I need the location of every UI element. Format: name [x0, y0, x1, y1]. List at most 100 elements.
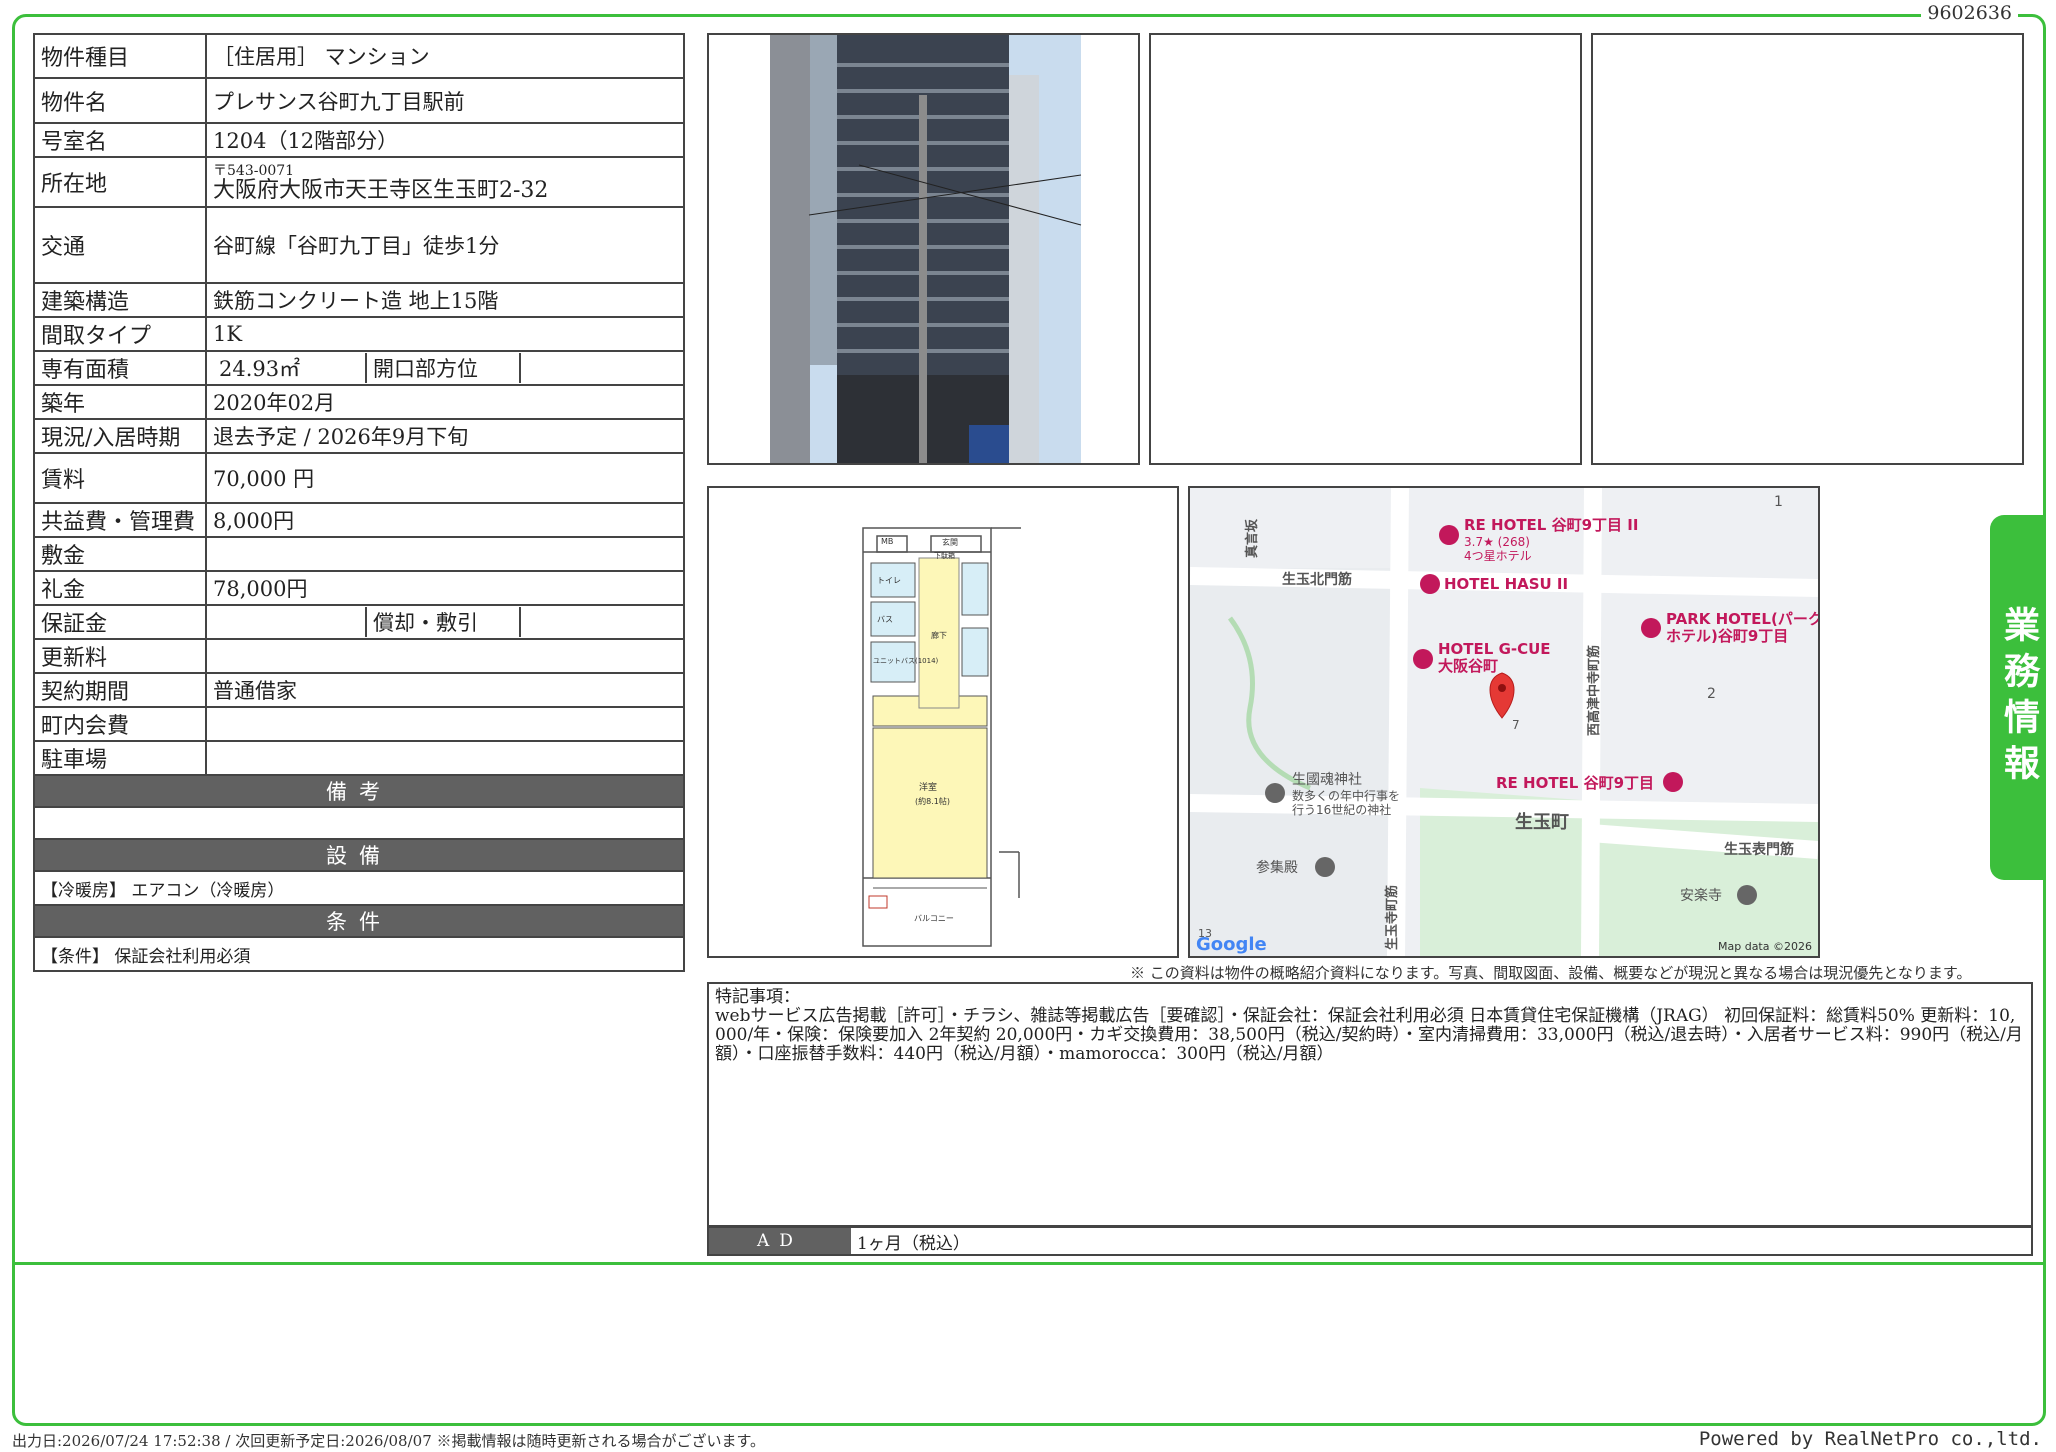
area-map[interactable]: RE HOTEL 谷町9丁目 II 3.7★ (268) 4つ星ホテル HOTE… [1189, 487, 1823, 957]
layout-label: 間取タイプ [33, 316, 207, 352]
map-label-13: 参集殿 [1256, 859, 1298, 876]
map-label-7: 大阪谷町 [1438, 657, 1498, 675]
status-value: 退去予定 / 2026年9月下旬 [205, 418, 685, 454]
disclaimer-note: ※ この資料は物件の概略紹介資料になります。写真、間取図面、設備、概要などが現況… [1130, 964, 1972, 982]
contract-label: 契約期間 [33, 672, 207, 708]
side-tab-business-info[interactable]: 業務情報 [1990, 515, 2046, 880]
area-row: 24.93㎡ 開口部方位 [205, 350, 685, 386]
amort-label: 償却・敷引 [365, 607, 519, 637]
map-attribution: Map data ©2026 [1718, 940, 1812, 953]
built-value: 2020年02月 [205, 384, 685, 420]
special-notes: 特記事項： webサービス広告掲載［許可］・チラシ、雑誌等掲載広告［要確認］・保… [707, 982, 2033, 1227]
floorplan-shoes: 下駄箱 [934, 551, 955, 560]
footer-output-date: 出力日:2026/07/24 17:52:38 / 次回更新予定日:2026/0… [12, 1432, 766, 1450]
floorplan-entrance: 玄関 [942, 537, 958, 547]
room-label: 号室名 [33, 122, 207, 158]
ad-row: AD 1ヶ月（税込） [707, 1226, 2033, 1256]
photo-slot-2 [1149, 33, 1582, 465]
conditions-value: 【条件】 保証会社利用必須 [33, 936, 685, 972]
guarantee-value [213, 607, 365, 637]
remarks-value [33, 806, 685, 840]
map-label-12: 生玉町 [1515, 811, 1569, 833]
type-label: 物件種目 [33, 33, 207, 79]
photo-slot-3 [1591, 33, 2024, 465]
rent-value: 70,000 円 [205, 452, 685, 504]
map-label-15: 生玉北門筋 [1282, 571, 1352, 588]
built-label: 築年 [33, 384, 207, 420]
footer-powered-by: Powered by RealNetPro co.,ltd. [1698, 1428, 2042, 1450]
map-label-8: 生國魂神社 [1292, 772, 1362, 788]
postal-code: 〒543-0071 [213, 163, 295, 179]
floorplan-room-size: (約8.1帖) [915, 796, 950, 806]
structure-value: 鉄筋コンクリート造 地上15階 [205, 282, 685, 318]
floorplan-toilet: トイレ [877, 576, 901, 585]
opening-value [519, 353, 677, 383]
key-money-label: 礼金 [33, 570, 207, 606]
area-label: 専有面積 [33, 350, 207, 386]
renewal-value [205, 638, 685, 674]
map-label-9: 数多くの年中行事を [1292, 788, 1400, 803]
room-value: 1204（12階部分） [205, 122, 685, 158]
special-notes-title: 特記事項： [715, 987, 800, 1007]
transit-label: 交通 [33, 206, 207, 284]
floorplan-mb: MB [881, 537, 893, 546]
structure-label: 建築構造 [33, 282, 207, 318]
opening-label: 開口部方位 [365, 353, 519, 383]
map-label-22: 7 [1512, 718, 1520, 732]
address-label: 所在地 [33, 156, 207, 208]
address-value: 大阪府大阪市天王寺区生玉町2-32 [213, 178, 549, 203]
town-fee-label: 町内会費 [33, 706, 207, 742]
floorplan-unit-bath: ユニットバス(1014) [873, 657, 939, 665]
type-value: ［住居用］ マンション [205, 33, 685, 79]
map-label-6: HOTEL G-CUE [1438, 640, 1551, 658]
name-value: プレサンス谷町九丁目駅前 [205, 77, 685, 124]
guarantee-label: 保証金 [33, 604, 207, 640]
special-notes-body: webサービス広告掲載［許可］・チラシ、雑誌等掲載広告［要確認］・保証会社：保証… [715, 1006, 2023, 1064]
map-label-1: 3.7★ (268) [1464, 535, 1530, 549]
map-label-16: 生玉表門筋 [1724, 841, 1794, 858]
map-label-19: 真言坂 [1244, 518, 1260, 558]
amort-value [519, 607, 677, 637]
contract-value: 普通借家 [205, 672, 685, 708]
map-label-17: 生玉寺町筋 [1384, 885, 1400, 950]
map-label-21: 2 [1707, 686, 1716, 702]
floorplan-frame: MB 玄関 下駄箱 トイレ バス ユニットバス(1014) 廊下 洋室 (約8.… [707, 486, 1179, 958]
map-label-20: 1 [1774, 494, 1783, 510]
area-value: 24.93㎡ [219, 357, 301, 381]
map-label-18: 西高津中寺町筋 [1586, 645, 1602, 736]
remarks-header: 備考 [33, 774, 685, 808]
key-money-value: 78,000円 [205, 570, 685, 606]
address-cell: 〒543-0071 大阪府大阪市天王寺区生玉町2-32 [205, 156, 685, 208]
ad-label: AD [709, 1228, 851, 1254]
map-label-2: 4つ星ホテル [1464, 549, 1532, 563]
renewal-label: 更新料 [33, 638, 207, 674]
parking-label: 駐車場 [33, 740, 207, 776]
map-label-11: RE HOTEL 谷町9丁目 [1496, 774, 1654, 792]
name-label: 物件名 [33, 77, 207, 124]
ad-value: 1ヶ月（税込） [857, 1233, 970, 1254]
floorplan-corridor: 廊下 [931, 630, 947, 640]
floorplan-bath: バス [877, 615, 893, 624]
floorplan-balcony: バルコニー [914, 914, 954, 923]
map-google-logo: Google [1196, 934, 1267, 955]
transit-value: 谷町線「谷町九丁目」徒歩1分 [205, 206, 685, 284]
floorplan-drawing[interactable]: MB 玄関 下駄箱 トイレ バス ユニットバス(1014) 廊下 洋室 (約8.… [709, 488, 1177, 956]
map-label-14: 安楽寺 [1680, 888, 1722, 904]
map-label-3: HOTEL HASU II [1444, 575, 1568, 593]
property-info-table: 物件種目 ［住居用］ マンション 物件名 プレサンス谷町九丁目駅前 号室名 12… [33, 33, 685, 972]
map-frame: RE HOTEL 谷町9丁目 II 3.7★ (268) 4つ星ホテル HOTE… [1188, 486, 1823, 958]
guarantee-row: 償却・敷引 [205, 604, 685, 640]
rent-label: 賃料 [33, 452, 207, 504]
map-label-10: 行う16世紀の神社 [1292, 802, 1391, 817]
status-label: 現況/入居時期 [33, 418, 207, 454]
conditions-header: 条件 [33, 904, 685, 938]
equipment-header: 設備 [33, 838, 685, 872]
map-label-5: ホテル)谷町9丁目 [1666, 627, 1788, 645]
floorplan-western-room: 洋室 [919, 781, 937, 793]
map-label-0: RE HOTEL 谷町9丁目 II [1464, 516, 1638, 534]
equipment-value: 【冷暖房】 エアコン（冷暖房） [33, 870, 685, 906]
fee-label: 共益費・管理費 [33, 502, 207, 538]
building-photo[interactable] [709, 35, 1138, 463]
layout-value: 1K [205, 316, 685, 352]
building-photo-frame [707, 33, 1140, 465]
